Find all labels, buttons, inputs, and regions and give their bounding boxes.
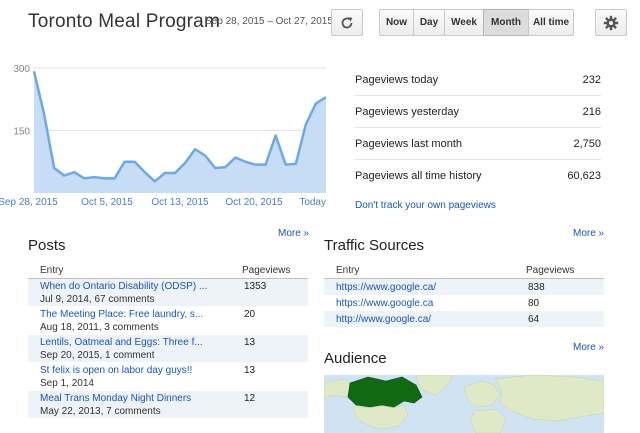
post-meta: Aug 18, 2011, 3 comments [40, 322, 159, 333]
column-entry: Entry [40, 265, 64, 276]
x-tick-label: Sep 28, 2015 [0, 197, 58, 208]
settings-button[interactable] [595, 9, 627, 36]
range-week-button[interactable]: Week [444, 9, 484, 36]
stat-value: 232 [582, 73, 601, 86]
source-link[interactable]: https://www.google.ca/ [324, 282, 526, 293]
refresh-button[interactable] [331, 9, 363, 36]
x-tick-label: Today [299, 197, 326, 208]
stat-value: 60,623 [567, 170, 601, 182]
stat-label: Pageviews all time history [355, 170, 482, 182]
post-meta: Sep 20, 2015, 1 comment [40, 350, 155, 361]
audience-title: Audience [324, 350, 387, 367]
stats-panel: Pageviews today 232 Pageviews yesterday … [355, 64, 601, 192]
table-row: Meal Trans Monday Night Dinners May 22, … [28, 391, 308, 419]
post-pageviews: 20 [244, 309, 256, 320]
source-link[interactable]: http://www.google.ca/ [324, 314, 526, 325]
table-row: http://www.google.ca/ 64 [324, 311, 604, 327]
stat-row-all-time: Pageviews all time history 60,623 [355, 160, 601, 192]
source-link[interactable]: https://www.google.ca [324, 298, 526, 309]
stat-label: Pageviews last month [355, 137, 462, 150]
traffic-title: Traffic Sources [324, 237, 425, 254]
traffic-more-link[interactable]: More » [573, 228, 604, 239]
stat-row-yesterday: Pageviews yesterday 216 [355, 96, 601, 128]
post-pageviews: 13 [244, 365, 256, 376]
column-pageviews: Pageviews [242, 265, 291, 276]
x-tick-label: Oct 20, 2015 [225, 197, 283, 208]
table-row: St felix is open on labor day guys!! Sep… [28, 363, 308, 391]
range-alltime-button[interactable]: All time [528, 9, 574, 36]
posts-table-header: Entry Pageviews [28, 264, 308, 279]
post-pageviews: 1353 [244, 281, 267, 292]
page-title: Toronto Meal Program [28, 11, 220, 32]
audience-more-link[interactable]: More » [573, 342, 604, 353]
header: Toronto Meal Program Sep 28, 2015 – Oct … [0, 0, 640, 48]
post-meta: Jul 9, 2014, 67 comments [40, 294, 155, 305]
traffic-table: Entry Pageviews https://www.google.ca/ 8… [324, 264, 604, 327]
refresh-icon [341, 16, 353, 28]
stat-row-today: Pageviews today 232 [355, 64, 601, 96]
table-row: https://www.google.ca 80 [324, 295, 604, 311]
post-link[interactable]: Meal Trans Monday Night Dinners [40, 393, 242, 405]
audience-map [324, 375, 604, 433]
post-pageviews: 13 [244, 337, 256, 348]
column-pageviews: Pageviews [526, 265, 575, 276]
table-row: https://www.google.ca/ 838 [324, 279, 604, 295]
range-day-button[interactable]: Day [413, 9, 445, 36]
pageviews-chart: 300 150 Sep 28, 2015 Oct 5, 2015 Oct 13, 201… [0, 64, 327, 208]
posts-more-link[interactable]: More » [278, 228, 309, 239]
post-meta: May 22, 2013, 7 comments [40, 406, 161, 417]
post-pageviews: 12 [244, 393, 256, 404]
post-link[interactable]: When do Ontario Disability (ODSP) ... [40, 281, 242, 293]
stat-value: 216 [582, 105, 601, 118]
post-link[interactable]: The Meeting Place: Free laundry, s... [40, 309, 242, 321]
stat-value: 2,750 [573, 137, 601, 150]
stat-label: Pageviews today [355, 73, 439, 86]
post-meta: Sep 1, 2014 [40, 378, 94, 389]
x-tick-label: Oct 13, 2015 [151, 197, 209, 208]
y-tick-label: 150 [13, 127, 30, 138]
posts-table: Entry Pageviews When do Ontario Disabili… [28, 264, 308, 419]
gear-icon [603, 15, 619, 30]
x-tick-label: Oct 5, 2015 [81, 197, 133, 208]
source-pageviews: 64 [528, 313, 540, 325]
post-link[interactable]: Lentils, Oatmeal and Eggs: Three f... [40, 337, 242, 349]
post-link[interactable]: St felix is open on labor day guys!! [40, 365, 242, 377]
range-now-button[interactable]: Now [379, 9, 414, 36]
source-pageviews: 80 [528, 297, 540, 309]
stat-label: Pageviews yesterday [355, 105, 459, 118]
column-entry: Entry [336, 265, 360, 276]
stat-row-last-month: Pageviews last month 2,750 [355, 128, 601, 160]
table-row: Lentils, Oatmeal and Eggs: Three f... Se… [28, 335, 308, 363]
y-tick-label: 300 [13, 64, 30, 75]
traffic-table-header: Entry Pageviews [324, 264, 604, 279]
range-month-button[interactable]: Month [483, 9, 529, 36]
date-range: Sep 28, 2015 – Oct 27, 2015 [205, 16, 333, 27]
range-selector: Now Day Week Month All time [379, 9, 574, 36]
table-row: When do Ontario Disability (ODSP) ... Ju… [28, 279, 308, 307]
posts-title: Posts [28, 237, 66, 254]
table-row: The Meeting Place: Free laundry, s... Au… [28, 307, 308, 335]
world-map [324, 375, 604, 433]
source-pageviews: 838 [528, 281, 545, 293]
dont-track-link[interactable]: Don't track your own pageviews [355, 200, 496, 211]
